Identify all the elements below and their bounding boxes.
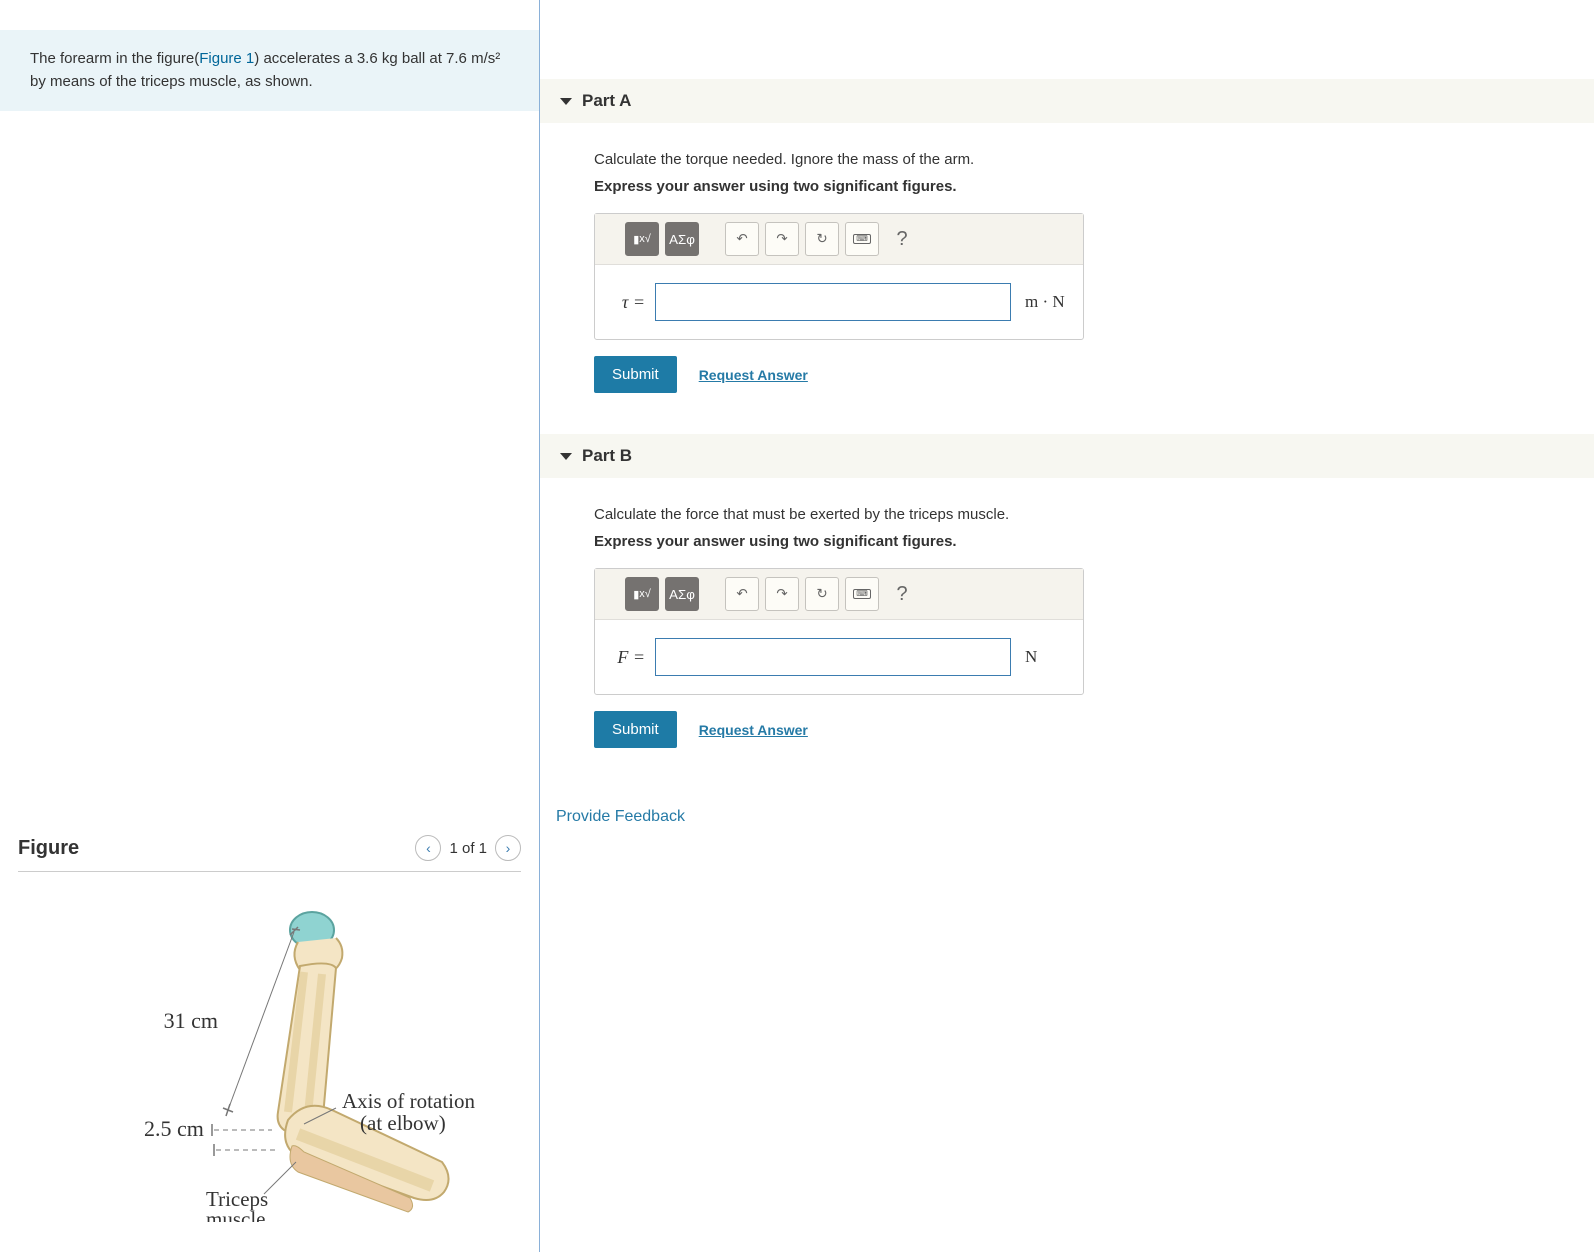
problem-statement: The forearm in the figure(Figure 1) acce… [0,30,539,111]
label-axis-1: Axis of rotation [342,1089,475,1113]
part-a-body: Calculate the torque needed. Ignore the … [540,123,1594,413]
keyboard-icon: ⌨ [853,589,871,599]
part-a-answer-row: τ = m · N [595,265,1083,339]
part-a-sigfig: Express your answer using two significan… [594,178,1574,195]
label-triceps-2: muscle [206,1207,265,1222]
part-a-buttons: Submit Request Answer [594,356,1574,393]
part-b-input[interactable] [655,638,1011,676]
figure-next-button[interactable]: › [495,835,521,861]
label-31cm: 31 cm [163,1008,217,1033]
part-b-body: Calculate the force that must be exerted… [540,478,1594,768]
reset-button[interactable]: ↻ [805,577,839,611]
figure-link[interactable]: Figure 1 [199,50,254,67]
part-a-instruction: Calculate the torque needed. Ignore the … [594,151,1574,168]
figure-prev-button[interactable]: ‹ [415,835,441,861]
problem-text-prefix: The forearm in the figure( [30,50,199,67]
figure-title: Figure [18,837,79,860]
part-b-buttons: Submit Request Answer [594,711,1574,748]
part-b-answer-row: F = N [595,620,1083,694]
part-a-section: Part A Calculate the torque needed. Igno… [540,78,1594,413]
figure-header: Figure ‹ 1 of 1 › [18,835,521,872]
part-b-toolbar: ▮x√ ΑΣφ ↶ ↷ ↻ ⌨ ? [595,569,1083,620]
keyboard-button[interactable]: ⌨ [845,222,879,256]
part-a-header[interactable]: Part A [540,78,1594,123]
arm-diagram: 31 cm 2.5 cm Axis of rotation (at elbow)… [60,902,480,1222]
keyboard-button[interactable]: ⌨ [845,577,879,611]
part-b-answer-box: ▮x√ ΑΣφ ↶ ↷ ↻ ⌨ ? F = N [594,568,1084,695]
part-b-header[interactable]: Part B [540,433,1594,478]
caret-down-icon [560,98,572,105]
redo-button[interactable]: ↷ [765,222,799,256]
right-pane: Part A Calculate the torque needed. Igno… [540,0,1594,1252]
part-a-toolbar: ▮x√ ΑΣφ ↶ ↷ ↻ ⌨ ? [595,214,1083,265]
part-b-title: Part B [582,446,632,466]
label-axis-2: (at elbow) [360,1111,446,1135]
figure-section: Figure ‹ 1 of 1 › [0,835,539,1252]
part-b-var: F = [607,647,645,668]
part-b-submit-button[interactable]: Submit [594,711,677,748]
part-a-title: Part A [582,91,631,111]
part-a-units: m · N [1021,292,1071,312]
label-2p5cm: 2.5 cm [144,1116,204,1141]
redo-button[interactable]: ↷ [765,577,799,611]
help-button[interactable]: ? [885,577,919,611]
undo-button[interactable]: ↶ [725,222,759,256]
part-a-input[interactable] [655,283,1011,321]
greek-button[interactable]: ΑΣφ [665,222,699,256]
part-b-sigfig: Express your answer using two significan… [594,533,1574,550]
part-a-var: τ = [607,292,645,313]
part-b-section: Part B Calculate the force that must be … [540,433,1594,768]
part-b-units: N [1021,647,1071,667]
template-button[interactable]: ▮x√ [625,577,659,611]
left-pane: The forearm in the figure(Figure 1) acce… [0,0,540,1252]
figure-pager-text: 1 of 1 [449,840,487,857]
figure-image: 31 cm 2.5 cm Axis of rotation (at elbow)… [18,892,521,1222]
part-b-request-link[interactable]: Request Answer [699,722,808,738]
keyboard-icon: ⌨ [853,234,871,244]
caret-down-icon [560,453,572,460]
greek-button[interactable]: ΑΣφ [665,577,699,611]
provide-feedback-link[interactable]: Provide Feedback [540,788,685,826]
help-button[interactable]: ? [885,222,919,256]
template-button[interactable]: ▮x√ [625,222,659,256]
part-a-answer-box: ▮x√ ΑΣφ ↶ ↷ ↻ ⌨ ? τ = m · N [594,213,1084,340]
part-a-request-link[interactable]: Request Answer [699,367,808,383]
part-a-submit-button[interactable]: Submit [594,356,677,393]
figure-pager: ‹ 1 of 1 › [415,835,521,861]
part-b-instruction: Calculate the force that must be exerted… [594,506,1574,523]
reset-button[interactable]: ↻ [805,222,839,256]
undo-button[interactable]: ↶ [725,577,759,611]
